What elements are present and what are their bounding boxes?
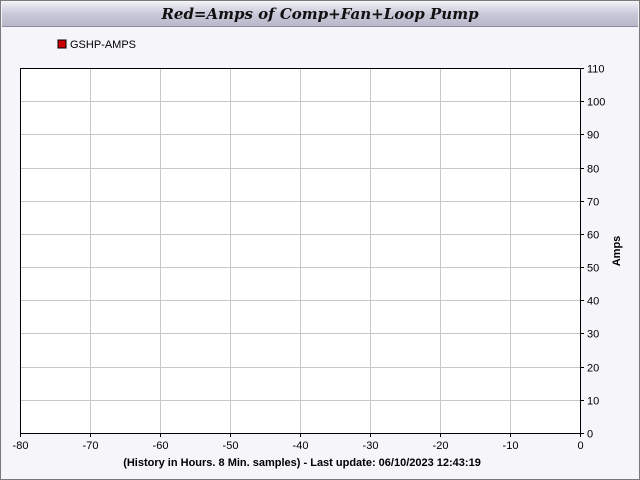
y-tick-label: 50 — [587, 263, 599, 275]
legend: GSHP-AMPS — [57, 39, 136, 51]
y-tick-label: 30 — [587, 329, 599, 341]
x-axis-title: (History in Hours. 8 Min. samples) - Las… — [123, 457, 481, 469]
y-axis: 0 10 20 30 40 50 60 70 80 90 100 110 — [580, 64, 605, 441]
x-tick-label: -30 — [363, 440, 379, 452]
x-tick-label: 0 — [577, 440, 583, 452]
y-tick-label: 90 — [587, 130, 599, 142]
y-tick-label: 70 — [587, 197, 599, 209]
y-tick-label: 80 — [587, 164, 599, 176]
y-tick-label: 10 — [587, 396, 599, 408]
y-tick-label: 60 — [587, 230, 599, 242]
legend-label-gshp-amps: GSHP-AMPS — [70, 39, 136, 51]
x-axis: -80 -70 -60 -50 -40 -30 -20 -10 0 — [13, 433, 584, 452]
x-tick-label: -20 — [433, 440, 449, 452]
chart-canvas: GSHP-AMPS -80 -70 -60 -50 -40 -30 -20 -10 0 0 10 2… — [13, 39, 623, 469]
x-tick-label: -10 — [503, 440, 519, 452]
y-tick-label: 100 — [587, 97, 605, 109]
x-tick-label: -50 — [223, 440, 239, 452]
y-axis-title: Amps — [611, 236, 623, 267]
y-tick-label: 110 — [587, 64, 605, 76]
x-tick-label: -60 — [153, 440, 169, 452]
y-tick-label: 20 — [587, 363, 599, 375]
x-tick-label: -70 — [83, 440, 99, 452]
x-tick-label: -80 — [13, 440, 29, 452]
legend-swatch-gshp-amps — [57, 39, 67, 49]
x-tick-label: -40 — [293, 440, 309, 452]
y-tick-label: 40 — [587, 296, 599, 308]
y-tick-label: 0 — [587, 429, 593, 441]
